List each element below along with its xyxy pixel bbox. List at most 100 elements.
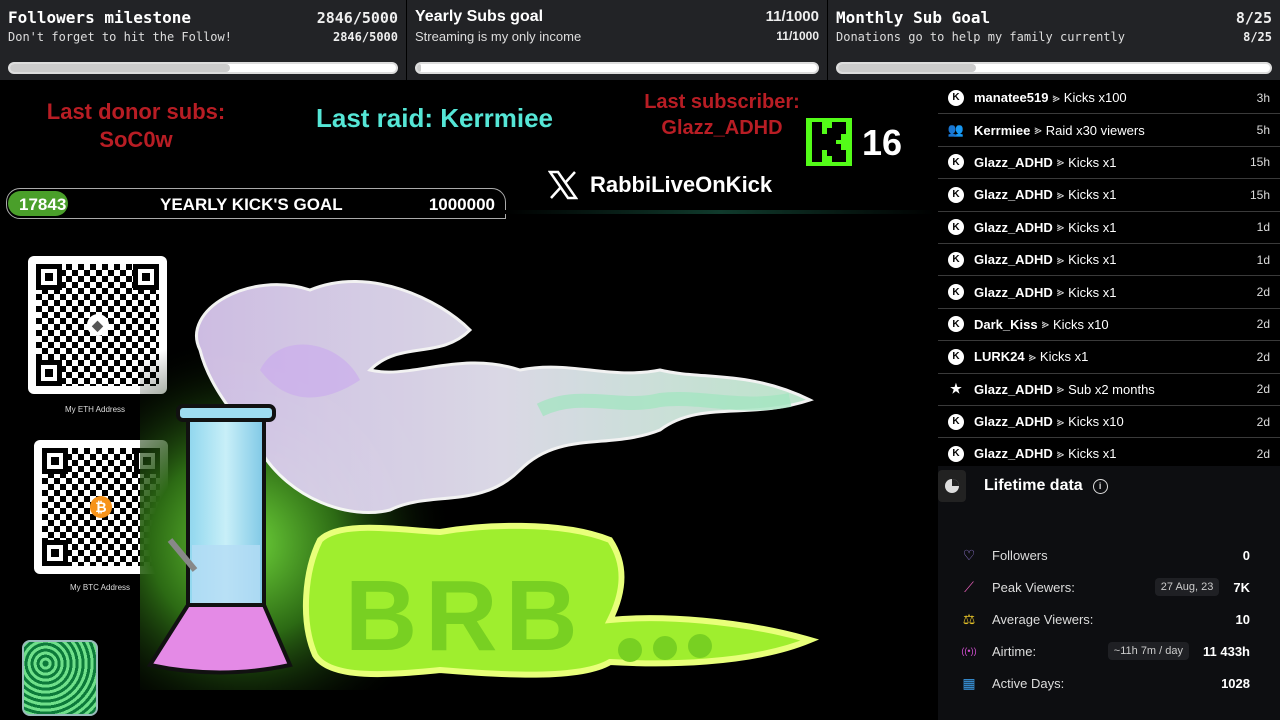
activity-row: 👥 Kerrmiee ⪢ Raid x30 viewers 5h: [938, 114, 1280, 147]
stat-label: Active Days:: [992, 675, 1065, 691]
activity-time: 2d: [1256, 414, 1270, 429]
activity-user: Glazz_ADHD: [974, 187, 1053, 203]
info-icon[interactable]: i: [1092, 478, 1108, 494]
activity-time: 3h: [1256, 90, 1270, 105]
lifetime-data-panel: Lifetime data i ♡ Followers 0 ⟋ Peak Viewers…: [938, 466, 1280, 720]
chevron-right-icon: ⪢: [1056, 251, 1065, 267]
chevron-right-icon: ⪢: [1028, 348, 1036, 364]
lifetime-stat-row: ⟋ Peak Viewers: 27 Aug, 23 7K: [960, 576, 1250, 598]
activity-row: ★ Glazz_ADHD ⪢ Sub x2 months 2d: [938, 374, 1280, 406]
activity-user: Dark_Kiss: [974, 316, 1038, 332]
kick-icon: K: [948, 219, 964, 236]
goal-count: 2846/5000: [316, 9, 398, 27]
goal-count-secondary: 8/25: [1243, 30, 1272, 44]
goal-count-secondary: 2846/5000: [332, 30, 398, 44]
lifetime-stat-row: ⚖ Average Viewers: 10: [960, 608, 1250, 630]
activity-event: Raid x30 viewers: [1045, 122, 1145, 138]
scale-icon: ⚖: [962, 610, 976, 627]
stat-label: Peak Viewers:: [992, 579, 1075, 595]
kick-icon: K: [948, 316, 964, 333]
yearly-kick-goal-bar: 17843 YEARLY KICK'S GOAL 1000000: [6, 188, 506, 219]
brb-artwork: BRB: [140, 270, 820, 690]
lifetime-stat-row: ((•)) Airtime: ~11h 7m / day 11 433h: [960, 640, 1250, 662]
activity-row: K Dark_Kiss ⪢ Kicks x10 2d: [938, 309, 1280, 342]
followers-goal-widget: Followers milestone 2846/5000 Don't forge…: [0, 0, 406, 80]
activity-time: 5h: [1256, 123, 1270, 138]
activity-row: Kmanatee519 ⪢ Kicks x100 3h: [938, 82, 1280, 115]
activity-event: Kicks x10: [1068, 414, 1124, 430]
activity-user: LURK24: [974, 349, 1025, 365]
activity-time: 2d: [1256, 317, 1270, 332]
social-handle-text: RabbiLiveOnKick: [590, 172, 773, 197]
activity-event: Kicks x1: [1068, 154, 1117, 170]
chevron-right-icon: ⪢: [1034, 122, 1042, 138]
activity-time: 15h: [1249, 155, 1270, 170]
stat-chip: 27 Aug, 23: [1154, 578, 1220, 596]
goal-description: Streaming is my only income: [415, 29, 582, 44]
goal-count: 11/1000: [765, 8, 819, 25]
kick-goal-label: YEARLY KICK'S GOAL: [160, 195, 343, 214]
activity-time: 2d: [1256, 382, 1270, 397]
kick-icon: K: [948, 413, 964, 430]
activity-event: Kicks x1: [1039, 349, 1089, 365]
yearly-subs-goal-widget: Yearly Subs goal 11/1000 Streaming is my …: [407, 0, 827, 80]
stat-chip: ~11h 7m / day: [1107, 642, 1189, 660]
last-subscriber-name: Glazz_ADHD: [661, 117, 783, 139]
activity-time: 2d: [1256, 285, 1270, 300]
lifetime-header: Lifetime data i: [938, 470, 1108, 502]
activity-row: K Glazz_ADHD ⪢ Kicks x1 15h: [938, 147, 1280, 180]
goal-progress-bar: [8, 62, 398, 74]
star-icon: ★: [950, 381, 962, 397]
activity-user: Glazz_ADHD: [974, 219, 1053, 235]
chevron-right-icon: ⪢: [1056, 445, 1065, 461]
activity-event: Kicks x1: [1068, 187, 1117, 203]
last-donor-title: Last donor subs:: [46, 99, 226, 124]
lifetime-stat-row: ♡ Followers 0: [960, 544, 1250, 566]
btc-qr-caption: My BTC Address: [70, 583, 131, 592]
activity-row: K Glazz_ADHD ⪢ Kicks x10 2d: [938, 406, 1280, 439]
goal-description: Don't forget to hit the Follow!: [8, 30, 232, 44]
x-logo-icon: [548, 170, 578, 200]
jar-of-kicks-icon: [22, 640, 98, 716]
lifetime-title: Lifetime data: [984, 477, 1083, 494]
activity-user: manatee519: [974, 90, 1049, 106]
activity-event: Kicks x1: [1068, 219, 1117, 235]
activity-user: Glazz_ADHD: [974, 414, 1053, 430]
ethereum-icon: ◆: [86, 314, 109, 336]
last-subscriber-title: Last subscriber:: [644, 91, 800, 113]
kick-icon: K: [948, 284, 964, 301]
goal-title: Followers milestone: [8, 8, 192, 27]
activity-event: Kicks x1: [1068, 284, 1117, 300]
chevron-right-icon: ⪢: [1056, 219, 1065, 235]
stat-value: 0: [1242, 547, 1250, 563]
activity-user: Glazz_ADHD: [974, 446, 1053, 462]
activity-user: Glazz_ADHD: [974, 284, 1053, 300]
goal-title: Monthly Sub Goal: [836, 8, 991, 27]
activity-event: Kicks x100: [1063, 90, 1127, 106]
goal-progress-fill: [838, 64, 977, 72]
activity-user: Kerrmiee: [974, 122, 1031, 138]
goal-description: Donations go to help my family currently: [836, 30, 1125, 44]
activity-user: Glazz_ADHD: [974, 154, 1053, 170]
chevron-right-icon: ⪢: [1052, 89, 1060, 105]
goal-title: Yearly Subs goal: [415, 8, 544, 25]
activity-user: Glazz_ADHD: [974, 381, 1053, 397]
goal-progress-bar: [415, 62, 819, 74]
kick-goal-max: 1000000: [428, 195, 495, 214]
activity-event: Kicks x1: [1068, 252, 1117, 268]
kick-counter: 16: [862, 122, 903, 163]
activity-user: Glazz_ADHD: [974, 252, 1053, 268]
monthly-sub-goal-widget: Monthly Sub Goal 8/25 Donations go to hel…: [828, 0, 1280, 80]
stat-value: 11 433h: [1203, 643, 1250, 659]
goal-count-secondary: 11/1000: [776, 29, 819, 43]
heart-icon: ♡: [962, 546, 976, 563]
eth-qr-caption: My ETH Address: [65, 405, 126, 414]
lifetime-stat-row: ▦ Active Days: 1028: [960, 672, 1250, 694]
calendar-icon: ▦: [962, 674, 976, 691]
goal-progress-fill: [10, 64, 230, 72]
last-donor-name: SoC0w: [99, 127, 173, 152]
last-raid-label: Last raid: Kerrmiee: [316, 103, 553, 133]
chevron-right-icon: ⪢: [1056, 154, 1065, 170]
last-subscriber-label: Last subscriber: Glazz_ADHD: [636, 89, 808, 141]
chevron-right-icon: ⪢: [1041, 316, 1049, 332]
